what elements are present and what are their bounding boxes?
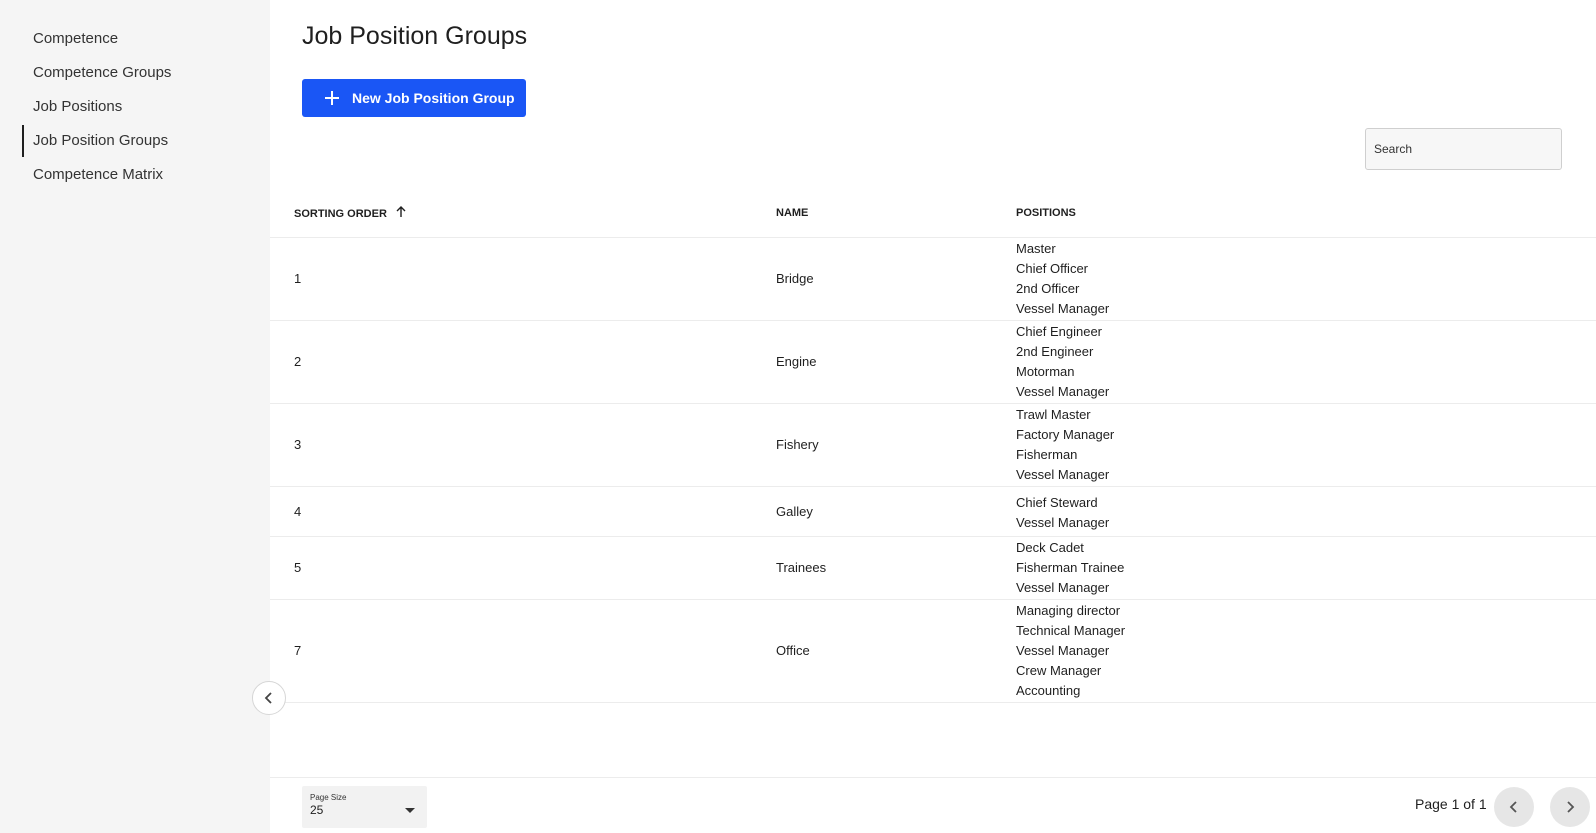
table-row[interactable]: 3 Fishery Trawl Master Factory Manager F… bbox=[270, 403, 1596, 487]
sidebar: Competence Competence Groups Job Positio… bbox=[0, 0, 270, 833]
table-row[interactable]: 2 Engine Chief Engineer 2nd Engineer Mot… bbox=[270, 320, 1596, 404]
sorting-order-label: SORTING ORDER bbox=[294, 208, 387, 221]
column-header-name[interactable]: NAME bbox=[776, 190, 1016, 238]
next-page-button[interactable] bbox=[1550, 787, 1590, 827]
cell-name: Engine bbox=[776, 320, 1016, 404]
previous-page-button[interactable] bbox=[1494, 787, 1534, 827]
page-title: Job Position Groups bbox=[302, 22, 528, 50]
main-content: Job Position Groups New Job Position Gro… bbox=[270, 0, 1596, 833]
cell-positions: Chief Engineer 2nd Engineer Motorman Ves… bbox=[1016, 320, 1596, 404]
chevron-left-icon bbox=[1509, 801, 1517, 813]
position-item: 2nd Engineer bbox=[1016, 343, 1094, 359]
position-item: Chief Engineer bbox=[1016, 323, 1102, 339]
positions-list: Master Chief Officer 2nd Officer Vessel … bbox=[1016, 238, 1596, 320]
cell-positions: Trawl Master Factory Manager Fisherman V… bbox=[1016, 403, 1596, 487]
positions-list: Chief Steward Vessel Manager bbox=[1016, 487, 1596, 536]
page-size-value: 25 bbox=[310, 803, 324, 817]
positions-list: Trawl Master Factory Manager Fisherman V… bbox=[1016, 404, 1596, 486]
sidebar-item-job-positions[interactable]: Job Positions bbox=[0, 90, 270, 124]
column-header-positions[interactable]: POSITIONS bbox=[1016, 190, 1596, 238]
sidebar-item-competence[interactable]: Competence bbox=[0, 22, 270, 56]
position-item: Vessel Manager bbox=[1016, 514, 1110, 530]
cell-name: Trainees bbox=[776, 536, 1016, 600]
position-item: Motorman bbox=[1016, 363, 1075, 379]
cell-sorting-order: 1 bbox=[270, 237, 776, 321]
page-info: Page 1 of 1 bbox=[1415, 796, 1487, 812]
sidebar-item-competence-groups[interactable]: Competence Groups bbox=[0, 56, 270, 90]
position-item: Deck Cadet bbox=[1016, 539, 1084, 555]
position-item: Vessel Manager bbox=[1016, 300, 1110, 316]
cell-name: Bridge bbox=[776, 237, 1016, 321]
position-item: Managing director bbox=[1016, 602, 1121, 618]
chevron-right-icon bbox=[1567, 801, 1575, 813]
position-item: Vessel Manager bbox=[1016, 579, 1110, 595]
position-item: Master bbox=[1016, 240, 1056, 256]
position-item: Fisherman bbox=[1016, 446, 1078, 462]
cell-name: Office bbox=[776, 599, 1016, 703]
cell-positions: Deck Cadet Fisherman Trainee Vessel Mana… bbox=[1016, 536, 1596, 600]
position-item: Accounting bbox=[1016, 682, 1081, 698]
table-row[interactable]: 5 Trainees Deck Cadet Fisherman Trainee … bbox=[270, 536, 1596, 600]
cell-sorting-order: 7 bbox=[270, 599, 776, 703]
arrow-up-icon bbox=[396, 206, 406, 218]
job-position-groups-table: SORTING ORDER NAME POSITIONS 1 Bridge Ma… bbox=[270, 190, 1596, 703]
table-footer: Page Size 25 Page 1 of 1 bbox=[270, 777, 1596, 833]
table-header-row: SORTING ORDER NAME POSITIONS bbox=[270, 190, 1596, 238]
position-item: Fisherman Trainee bbox=[1016, 559, 1125, 575]
cell-sorting-order: 3 bbox=[270, 403, 776, 487]
position-item: Crew Manager bbox=[1016, 662, 1102, 678]
position-item: Chief Officer bbox=[1016, 260, 1089, 276]
cell-positions: Chief Steward Vessel Manager bbox=[1016, 486, 1596, 537]
sidebar-collapse-button[interactable] bbox=[252, 681, 286, 715]
caret-down-icon bbox=[405, 808, 415, 813]
position-item: Trawl Master bbox=[1016, 406, 1091, 422]
position-item: Chief Steward bbox=[1016, 494, 1098, 510]
position-item: Vessel Manager bbox=[1016, 383, 1110, 399]
positions-list: Managing director Technical Manager Vess… bbox=[1016, 600, 1596, 702]
page-size-label: Page Size bbox=[310, 793, 347, 802]
sidebar-nav: Competence Competence Groups Job Positio… bbox=[0, 0, 270, 192]
table-row[interactable]: 7 Office Managing director Technical Man… bbox=[270, 599, 1596, 703]
table-row[interactable]: 4 Galley Chief Steward Vessel Manager bbox=[270, 486, 1596, 537]
new-button-label: New Job Position Group bbox=[352, 90, 515, 106]
cell-sorting-order: 2 bbox=[270, 320, 776, 404]
table-row[interactable]: 1 Bridge Master Chief Officer 2nd Office… bbox=[270, 237, 1596, 321]
position-item: Vessel Manager bbox=[1016, 642, 1110, 658]
column-header-sorting-order[interactable]: SORTING ORDER bbox=[270, 190, 776, 238]
cell-positions: Master Chief Officer 2nd Officer Vessel … bbox=[1016, 237, 1596, 321]
position-item: Technical Manager bbox=[1016, 622, 1126, 638]
position-item: 2nd Officer bbox=[1016, 280, 1080, 296]
position-item: Factory Manager bbox=[1016, 426, 1115, 442]
chevron-left-icon bbox=[264, 692, 272, 704]
sidebar-item-competence-matrix[interactable]: Competence Matrix bbox=[0, 158, 270, 192]
cell-sorting-order: 4 bbox=[270, 486, 776, 537]
cell-positions: Managing director Technical Manager Vess… bbox=[1016, 599, 1596, 703]
plus-icon bbox=[325, 91, 339, 105]
page-size-select[interactable]: Page Size 25 bbox=[302, 786, 427, 828]
search-input[interactable] bbox=[1365, 128, 1562, 170]
cell-name: Fishery bbox=[776, 403, 1016, 487]
sidebar-item-job-position-groups[interactable]: Job Position Groups bbox=[0, 124, 270, 158]
new-job-position-group-button[interactable]: New Job Position Group bbox=[302, 79, 526, 117]
position-item: Vessel Manager bbox=[1016, 466, 1110, 482]
positions-list: Deck Cadet Fisherman Trainee Vessel Mana… bbox=[1016, 537, 1596, 599]
cell-name: Galley bbox=[776, 486, 1016, 537]
cell-sorting-order: 5 bbox=[270, 536, 776, 600]
positions-list: Chief Engineer 2nd Engineer Motorman Ves… bbox=[1016, 321, 1596, 403]
